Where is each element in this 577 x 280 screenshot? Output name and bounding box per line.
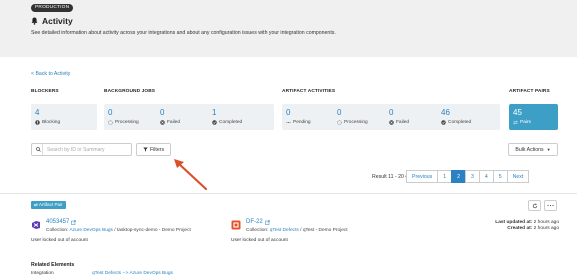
external-link-icon xyxy=(264,220,270,225)
filters-button[interactable]: Filters xyxy=(136,143,171,156)
annotation-arrow xyxy=(174,159,208,191)
page-button-4[interactable]: 4 xyxy=(478,170,494,183)
refresh-icon xyxy=(532,202,537,208)
last-updated-value: 2 hours ago xyxy=(533,220,559,225)
created-label: Created at: xyxy=(507,226,533,231)
jobs-failed-label: Failed xyxy=(167,120,181,125)
left-artifact: 4053457 Collection: Azure DevOps Bugs / … xyxy=(31,219,191,233)
activities-completed-label: Completed xyxy=(448,120,472,125)
bell-icon xyxy=(31,17,38,25)
right-artifact-collection: Collection: qTest Defects / qTest - Demo… xyxy=(246,228,348,233)
qtest-logo-icon xyxy=(231,220,241,230)
integration-link[interactable]: qTest Defects --> Azure DevOps Bugs xyxy=(92,271,173,276)
activities-processing-count: 0 xyxy=(337,108,342,117)
jobs-failed-count: 0 xyxy=(160,108,165,117)
warning-circle-icon xyxy=(35,120,40,125)
page-description: See detailed information about activity … xyxy=(31,30,336,36)
activities-completed-count: 46 xyxy=(441,108,450,117)
jobs-completed-label: Completed xyxy=(219,120,243,125)
previous-page-button[interactable]: Previous xyxy=(406,170,439,183)
related-integration-row: Integration qTest Defects --> Azure DevO… xyxy=(31,271,173,276)
right-artifact: DF-22 Collection: qTest Defects / qTest … xyxy=(231,219,348,233)
right-artifact-description: User locked out of account xyxy=(231,238,288,243)
jobs-processing-card[interactable]: 0 Processing xyxy=(104,104,164,130)
activities-pending-count: 0 xyxy=(286,108,291,117)
artifact-pairs-heading: ARTIFACT PAIRS xyxy=(509,89,550,94)
jobs-completed-count: 1 xyxy=(212,108,217,117)
check-circle-icon xyxy=(212,120,217,125)
next-page-button[interactable]: Next xyxy=(506,170,530,183)
azure-devops-logo-icon xyxy=(32,221,40,229)
integration-label: Integration xyxy=(31,271,54,276)
filters-label: Filters xyxy=(149,146,165,153)
left-artifact-collection: Collection: Azure DevOps Bugs / tasktop-… xyxy=(46,228,191,233)
more-icon xyxy=(547,204,554,207)
page-button-5[interactable]: 5 xyxy=(492,170,508,183)
right-artifact-id-link[interactable]: DF-22 xyxy=(246,219,348,226)
blockers-heading: BLOCKERS xyxy=(31,89,59,94)
artifact-pairs-label: Pairs xyxy=(520,120,531,125)
activities-pending-label: Pending xyxy=(293,120,311,125)
back-to-activity-link[interactable]: < Back to Activity xyxy=(31,71,70,77)
jobs-completed-card[interactable]: 1 Completed xyxy=(208,104,274,130)
search-box[interactable] xyxy=(31,143,132,156)
last-updated-label: Last updated at: xyxy=(495,220,533,225)
right-collection-link[interactable]: qTest Defects xyxy=(270,228,299,233)
artifact-pairs-count: 45 xyxy=(513,108,522,117)
pairs-arrows-icon xyxy=(513,120,518,125)
artifact-pair-tag: ⇄ Artifact Pair xyxy=(31,201,66,209)
activities-failed-card[interactable]: 0 Failed xyxy=(385,104,445,130)
check-circle-icon xyxy=(441,120,446,125)
blocking-card[interactable]: 4 Blocking xyxy=(31,104,97,130)
failed-circle-icon xyxy=(160,120,165,125)
refresh-button[interactable] xyxy=(528,200,541,211)
external-link-icon xyxy=(71,220,77,225)
more-options-button[interactable] xyxy=(544,200,557,211)
page-title-row: Activity xyxy=(31,15,73,26)
search-input[interactable] xyxy=(47,146,127,153)
page-header: PRODUCTION Activity See detailed informa… xyxy=(0,0,577,57)
activities-processing-card[interactable]: 0 Processing xyxy=(333,104,393,130)
spinner-icon xyxy=(108,120,113,125)
activities-failed-count: 0 xyxy=(389,108,394,117)
divider xyxy=(0,193,577,194)
left-artifact-id-link[interactable]: 4053457 xyxy=(46,219,191,226)
pagination: Previous 1 2 3 4 5 Next xyxy=(406,170,530,183)
activities-processing-label: Processing xyxy=(344,120,368,125)
pair-timestamps: Last updated at: 2 hours ago Created at:… xyxy=(495,220,559,232)
page-button-1[interactable]: 1 xyxy=(437,170,453,183)
left-artifact-description: User locked out of account xyxy=(31,238,88,243)
search-icon xyxy=(36,147,41,152)
activities-failed-label: Failed xyxy=(396,120,410,125)
failed-circle-icon xyxy=(389,120,394,125)
artifact-pairs-card[interactable]: 45 Pairs xyxy=(509,104,558,130)
activities-completed-card[interactable]: 46 Completed xyxy=(437,104,500,130)
jobs-failed-card[interactable]: 0 Failed xyxy=(156,104,216,130)
page-button-3[interactable]: 3 xyxy=(464,170,480,183)
blocking-label: Blocking xyxy=(42,120,61,125)
caret-down-icon: ▼ xyxy=(546,147,551,152)
page-button-2[interactable]: 2 xyxy=(451,170,466,183)
bulk-actions-button[interactable]: Bulk Actions ▼ xyxy=(508,143,558,156)
spinner-icon xyxy=(337,120,342,125)
background-jobs-heading: BACKGROUND JOBS xyxy=(104,89,156,94)
created-value: 2 hours ago xyxy=(533,226,559,231)
related-elements-heading: Related Elements xyxy=(31,262,75,268)
bulk-actions-label: Bulk Actions xyxy=(515,146,544,153)
page-title: Activity xyxy=(42,15,73,26)
filter-icon xyxy=(143,147,148,152)
left-collection-link[interactable]: Azure DevOps Bugs xyxy=(69,228,112,233)
ellipsis-icon xyxy=(286,122,291,123)
environment-badge: PRODUCTION xyxy=(31,4,74,12)
artifact-activities-heading: ARTIFACT ACTIVITIES xyxy=(282,89,336,94)
jobs-processing-count: 0 xyxy=(108,108,113,117)
blocking-count: 4 xyxy=(35,108,40,117)
jobs-processing-label: Processing xyxy=(115,120,139,125)
